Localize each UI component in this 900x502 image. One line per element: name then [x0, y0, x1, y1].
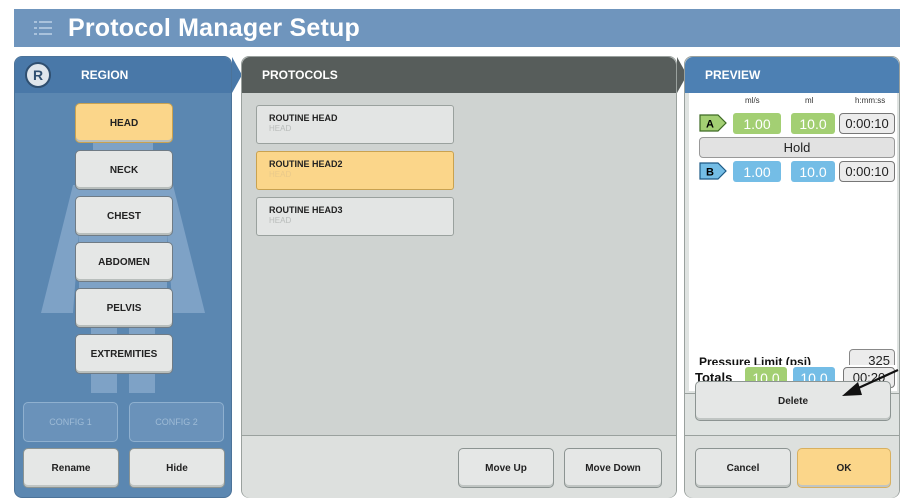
protocol-region: HEAD: [269, 170, 292, 179]
rate-column-label: ml/s: [745, 96, 760, 105]
protocol-name: ROUTINE HEAD3: [269, 205, 343, 215]
protocols-panel: PROTOCOLS ROUTINE HEAD HEAD ROUTINE HEAD…: [241, 56, 677, 498]
region-button-abdomen[interactable]: ABDOMEN: [75, 242, 173, 282]
syringe-a-letter: A: [706, 119, 714, 131]
region-header: R REGION: [15, 57, 231, 93]
preview-header-label: PREVIEW: [705, 68, 761, 82]
protocol-item-routine-head3[interactable]: ROUTINE HEAD3 HEAD: [256, 197, 454, 236]
protocol-name: ROUTINE HEAD2: [269, 159, 343, 169]
config-1-button[interactable]: CONFIG 1: [23, 402, 118, 442]
preview-header: PREVIEW: [685, 57, 899, 93]
volume-column-label: ml: [805, 96, 814, 105]
protocol-region: HEAD: [269, 216, 292, 225]
move-up-button[interactable]: Move Up: [458, 448, 554, 488]
phase-a-duration[interactable]: 0:00:10: [839, 113, 895, 134]
preview-panel: PREVIEW ml/s ml h:mm:ss A 1.00 10.0 0:00…: [684, 56, 900, 498]
phase-a-volume[interactable]: 10.0: [791, 113, 835, 134]
region-button-chest[interactable]: CHEST: [75, 196, 173, 236]
ok-button[interactable]: OK: [797, 448, 891, 488]
phase-b-rate[interactable]: 1.00: [733, 161, 781, 182]
protocol-item-routine-head[interactable]: ROUTINE HEAD HEAD: [256, 105, 454, 144]
protocol-region: HEAD: [269, 124, 292, 133]
region-button-neck[interactable]: NECK: [75, 150, 173, 190]
protocol-name: ROUTINE HEAD: [269, 113, 338, 123]
callout-arrow-icon: [842, 368, 899, 396]
region-header-label: REGION: [81, 68, 129, 82]
region-badge-icon: R: [25, 62, 51, 88]
preview-area: ml/s ml h:mm:ss A 1.00 10.0 0:00:10 Hold…: [689, 93, 897, 371]
syringe-a-icon: A: [699, 114, 727, 132]
hold-phase[interactable]: Hold: [699, 137, 895, 158]
title-bar: Protocol Manager Setup: [14, 9, 900, 47]
phase-a-rate[interactable]: 1.00: [733, 113, 781, 134]
region-panel: R REGION HEAD NECK CHEST ABDOMEN PELVIS …: [14, 56, 232, 498]
phase-b-volume[interactable]: 10.0: [791, 161, 835, 182]
protocols-footer: Move Up Move Down: [242, 435, 676, 498]
region-button-pelvis[interactable]: PELVIS: [75, 288, 173, 328]
phase-b-duration[interactable]: 0:00:10: [839, 161, 895, 182]
syringe-b-icon: B: [699, 162, 727, 180]
protocol-item-routine-head2[interactable]: ROUTINE HEAD2 HEAD: [256, 151, 454, 190]
region-button-extremities[interactable]: EXTREMITIES: [75, 334, 173, 374]
move-down-button[interactable]: Move Down: [564, 448, 662, 488]
hide-button[interactable]: Hide: [129, 448, 225, 488]
duration-column-label: h:mm:ss: [855, 96, 886, 105]
cancel-button[interactable]: Cancel: [695, 448, 791, 488]
rename-button[interactable]: Rename: [23, 448, 119, 488]
preview-footer: Cancel OK: [685, 435, 899, 498]
syringe-b-letter: B: [706, 167, 714, 179]
region-button-head[interactable]: HEAD: [75, 103, 173, 143]
page-title: Protocol Manager Setup: [68, 13, 360, 42]
menu-icon[interactable]: [32, 17, 54, 39]
protocols-header-label: PROTOCOLS: [262, 68, 338, 82]
protocols-header: PROTOCOLS: [242, 57, 676, 93]
config-2-button[interactable]: CONFIG 2: [129, 402, 224, 442]
